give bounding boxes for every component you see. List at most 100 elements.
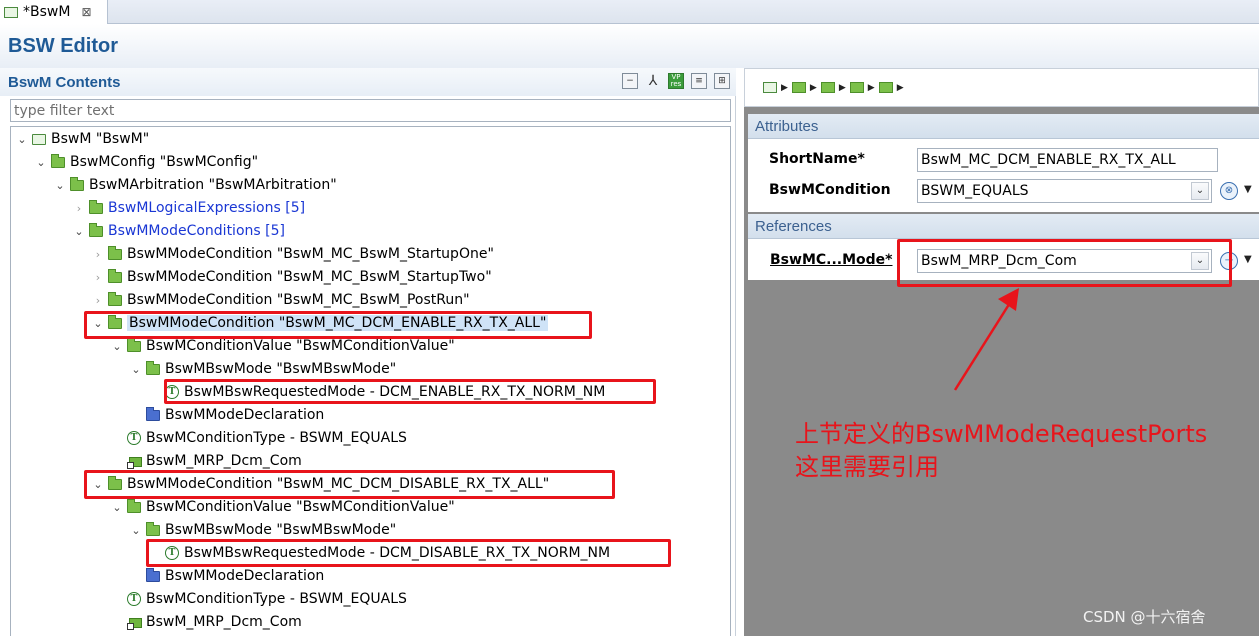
- tree-row[interactable]: › BswMModeCondition "BswM_MC_BswM_Startup…: [91, 266, 492, 288]
- tree-row[interactable]: ⌄ BswMConfig "BswMConfig": [34, 151, 258, 173]
- text-parameter-icon: T: [127, 592, 141, 606]
- editor-header: BSW Editor: [0, 24, 1259, 68]
- tree-item-label: BswMModeCondition "BswM_MC_BswM_StartupO…: [127, 246, 494, 262]
- chevron-right-icon[interactable]: ›: [72, 202, 86, 215]
- folder-icon: [89, 199, 103, 214]
- dropdown-arrow-icon[interactable]: ▼: [1244, 254, 1252, 265]
- tree-row[interactable]: › BswMModeCondition "BswM_MC_BswM_PostRun…: [91, 289, 470, 311]
- tree-item-label: BswM_MRP_Dcm_Com: [146, 453, 302, 469]
- editor-tab-bar: *BswM ⊠: [0, 0, 1259, 24]
- folder-icon[interactable]: [849, 82, 864, 93]
- module-icon: [32, 133, 46, 145]
- tree-item-label: BswMBswMode "BswMBswMode": [165, 361, 397, 377]
- tree-row[interactable]: BswM_MRP_Dcm_Com: [110, 611, 302, 633]
- chevron-right-icon[interactable]: ›: [91, 294, 105, 307]
- tree-row[interactable]: T BswMConditionType - BSWM_EQUALS: [110, 427, 407, 449]
- tree-row[interactable]: ⌄ BswMBswMode "BswMBswMode": [129, 358, 396, 380]
- tree-item-label: BswMModeConditions [5]: [108, 223, 285, 239]
- watermark: CSDN @十六宿舍: [1083, 608, 1206, 626]
- variant-icon[interactable]: VP res: [668, 73, 684, 89]
- chevron-right-icon[interactable]: ▶: [810, 83, 817, 93]
- tree-item-label: BswM "BswM": [51, 131, 150, 147]
- contents-toolbar: − ⅄ VP res ≡ ⊞: [622, 73, 730, 89]
- highlight-enable-requested-mode: [164, 379, 656, 404]
- dropdown-arrow-icon[interactable]: ▼: [1244, 184, 1252, 195]
- table-view-icon[interactable]: ⊞: [714, 73, 730, 89]
- chevron-right-icon[interactable]: ›: [91, 248, 105, 261]
- close-icon[interactable]: ⊠: [81, 5, 91, 19]
- tree-row[interactable]: BswMModeDeclaration: [129, 565, 324, 587]
- tab-label: *BswM: [23, 4, 71, 20]
- filter-input[interactable]: [10, 99, 731, 122]
- shortname-field[interactable]: BswM_MC_DCM_ENABLE_RX_TX_ALL: [917, 148, 1218, 172]
- contents-header: BswM Contents − ⅄ VP res ≡ ⊞: [0, 68, 736, 96]
- tree-item-label: BswMConditionType - BSWM_EQUALS: [146, 430, 407, 446]
- folder-icon: [89, 222, 103, 237]
- reset-icon[interactable]: ⊗: [1220, 182, 1238, 200]
- chevron-down-icon[interactable]: ⌄: [15, 133, 29, 146]
- tree-row[interactable]: ⌄ BswM "BswM": [15, 128, 149, 150]
- document-icon[interactable]: ≡: [691, 73, 707, 89]
- tree-item-label: BswMModeDeclaration: [165, 407, 325, 423]
- contents-title: BswM Contents: [8, 73, 121, 91]
- references-header[interactable]: References: [748, 214, 1259, 239]
- tree-row[interactable]: › BswMModeCondition "BswM_MC_BswM_Startup…: [91, 243, 494, 265]
- tree-row[interactable]: BswMModeDeclaration: [129, 404, 324, 426]
- chevron-right-icon[interactable]: ▶: [897, 83, 904, 93]
- tree-row[interactable]: ⌄ BswMModeConditions [5]: [72, 220, 285, 242]
- chevron-down-icon[interactable]: ⌄: [72, 225, 86, 238]
- module-icon: [4, 6, 18, 18]
- highlight-mode-reference: [897, 239, 1232, 287]
- folder-icon: [146, 521, 160, 536]
- module-icon[interactable]: [763, 82, 777, 93]
- hierarchy-icon[interactable]: ⅄: [645, 73, 661, 89]
- tree-item-label: BswMArbitration "BswMArbitration": [89, 177, 337, 193]
- chevron-right-icon[interactable]: ›: [91, 271, 105, 284]
- chevron-down-icon[interactable]: ⌄: [110, 340, 124, 353]
- chevron-down-icon[interactable]: ⌄: [53, 179, 67, 192]
- mode-reference-label[interactable]: BswMC...Mode*: [770, 252, 893, 268]
- folder-icon: [51, 153, 65, 168]
- text-parameter-icon: T: [127, 431, 141, 445]
- folder-icon: [146, 360, 160, 375]
- folder-icon: [127, 498, 141, 513]
- tree-item-label: BswMModeDeclaration: [165, 568, 325, 584]
- tree-row[interactable]: ⌄ BswMBswMode "BswMBswMode": [129, 519, 396, 541]
- reference-icon: [127, 455, 142, 469]
- tree-item-label: BswM_MRP_Dcm_Com: [146, 614, 302, 630]
- tree-item-label: BswMConfig "BswMConfig": [70, 154, 259, 170]
- collapse-all-icon[interactable]: −: [622, 73, 638, 89]
- chevron-down-icon[interactable]: ⌄: [129, 363, 143, 376]
- attributes-header[interactable]: Attributes: [748, 114, 1259, 139]
- annotation-line-2: 这里需要引用: [795, 453, 939, 481]
- chevron-down-icon[interactable]: ⌄: [110, 501, 124, 514]
- folder-icon: [108, 268, 122, 283]
- tree-row[interactable]: ⌄ BswMConditionValue "BswMConditionValue": [110, 496, 455, 518]
- chevron-down-icon[interactable]: ⌄: [34, 156, 48, 169]
- folder-icon[interactable]: [878, 82, 893, 93]
- tree-row[interactable]: T BswMConditionType - BSWM_EQUALS: [110, 588, 407, 610]
- tab-bswm[interactable]: *BswM ⊠: [0, 0, 108, 24]
- folder-icon[interactable]: [791, 82, 806, 93]
- chevron-down-icon[interactable]: ⌄: [129, 524, 143, 537]
- highlight-enable-condition: [84, 311, 592, 339]
- chevron-right-icon[interactable]: ▶: [839, 83, 846, 93]
- tree-row[interactable]: › BswMLogicalExpressions [5]: [72, 197, 305, 219]
- tree-row[interactable]: BswM_MRP_Dcm_Com: [110, 450, 302, 472]
- highlight-disable-condition: [84, 470, 615, 499]
- chevron-down-icon[interactable]: ⌄: [1191, 182, 1209, 200]
- condition-value: BSWM_EQUALS: [921, 183, 1029, 199]
- condition-select[interactable]: BSWM_EQUALS ⌄: [917, 179, 1212, 203]
- folder-icon: [127, 337, 141, 352]
- folder-icon[interactable]: [820, 82, 835, 93]
- tree-row[interactable]: ⌄ BswMArbitration "BswMArbitration": [53, 174, 337, 196]
- breadcrumb: ▶ ▶ ▶ ▶ ▶: [744, 68, 1259, 107]
- reference-icon: [127, 616, 142, 630]
- annotation-text: 上节定义的BswMModeRequestPorts 这里需要引用: [795, 418, 1207, 484]
- tree-item-label: BswMConditionValue "BswMConditionValue": [146, 338, 455, 354]
- chevron-right-icon[interactable]: ▶: [868, 83, 875, 93]
- annotation-line-1: 上节定义的BswMModeRequestPorts: [795, 420, 1208, 448]
- folder-icon: [70, 176, 84, 191]
- chevron-right-icon[interactable]: ▶: [781, 83, 788, 93]
- editor-title: BSW Editor: [8, 34, 118, 57]
